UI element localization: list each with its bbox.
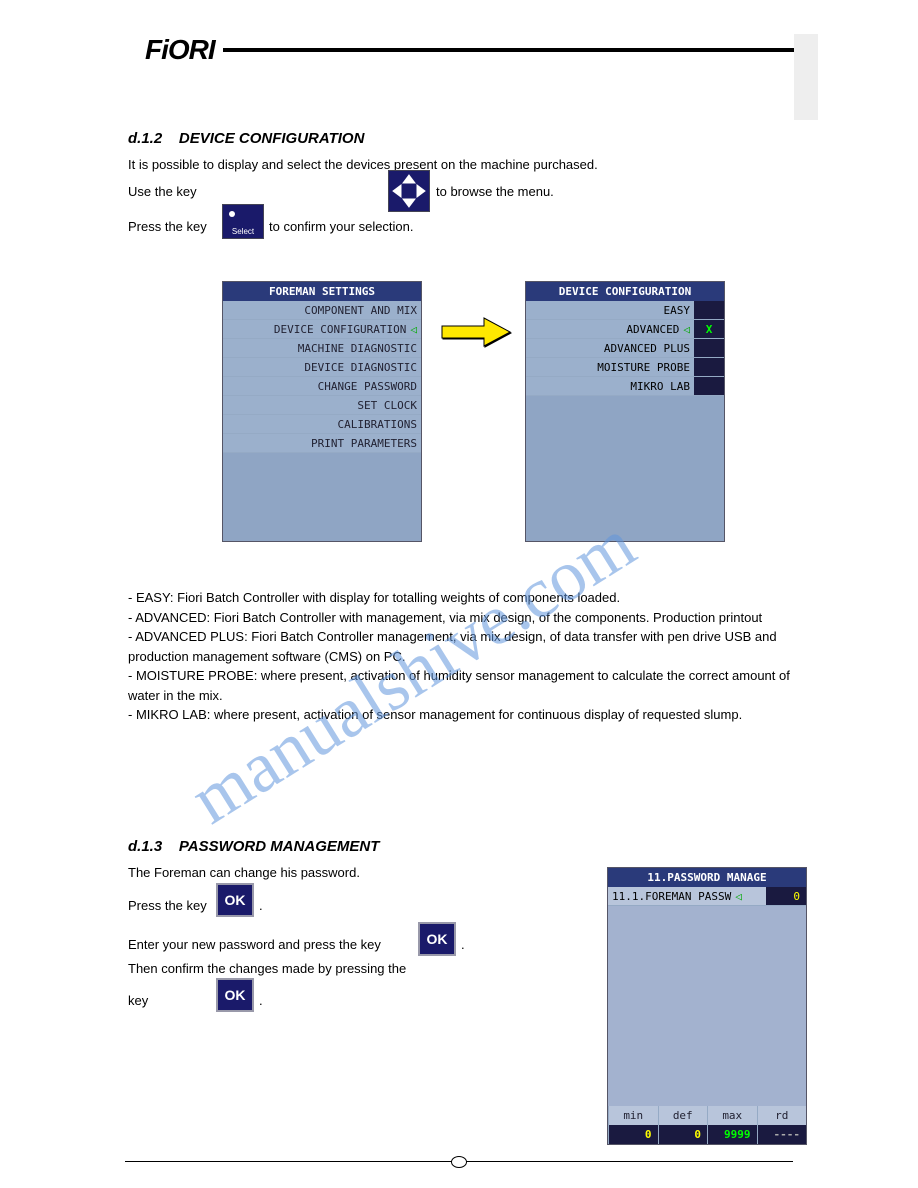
intro-line3a: Press the key xyxy=(128,218,207,236)
list-item: ADVANCED: Fiori Batch Controller with ma… xyxy=(128,608,798,628)
section-heading: PASSWORD MANAGEMENT xyxy=(179,838,380,855)
menu-item[interactable]: DEVICE CONFIGURATION◁ xyxy=(223,320,421,339)
menu-item[interactable]: CALIBRATIONS xyxy=(223,415,421,434)
header-rule xyxy=(223,48,808,52)
transition-arrow-icon xyxy=(440,316,512,351)
pm-body xyxy=(608,906,806,1106)
footer-ellipse xyxy=(451,1156,467,1168)
header: FiORI xyxy=(145,38,808,62)
pm-footer-header: min def max rd xyxy=(608,1106,806,1125)
list-item: MIKRO LAB: where present, activation of … xyxy=(128,705,798,725)
intro-line2a: Use the key xyxy=(128,183,197,201)
menu-item[interactable]: MACHINE DIAGNOSTIC xyxy=(223,339,421,358)
device-screen-title: DEVICE CONFIGURATION xyxy=(526,282,724,301)
section-title-password: d.1.3 PASSWORD MANAGEMENT xyxy=(128,838,379,855)
password-manage-screen: 11.PASSWORD MANAGE 11.1.FOREMAN PASSW◁ 0… xyxy=(607,867,807,1145)
page-margin-box xyxy=(794,34,818,120)
foreman-settings-screen: FOREMAN SETTINGS COMPONENT AND MIX DEVIC… xyxy=(222,281,422,542)
section-heading: DEVICE CONFIGURATION xyxy=(179,130,365,147)
device-row[interactable]: MIKRO LAB xyxy=(526,377,724,396)
menu-item[interactable]: SET CLOCK xyxy=(223,396,421,415)
dpad-icon[interactable] xyxy=(388,170,430,212)
pm-row[interactable]: 11.1.FOREMAN PASSW◁ 0 xyxy=(608,887,806,906)
cursor-arrow-icon: ◁ xyxy=(683,323,690,336)
intro-line3b: to confirm your selection. xyxy=(269,218,414,236)
device-row[interactable]: ADVANCED◁X xyxy=(526,320,724,339)
list-item: MOISTURE PROBE: where present, activatio… xyxy=(128,666,798,705)
list-item: EASY: Fiori Batch Controller with displa… xyxy=(128,588,798,608)
device-row[interactable]: MOISTURE PROBE xyxy=(526,358,724,377)
pm-footer-values: 0 0 9999 ---- xyxy=(608,1125,806,1144)
device-row[interactable]: ADVANCED PLUS xyxy=(526,339,724,358)
foreman-screen-title: FOREMAN SETTINGS xyxy=(223,282,421,301)
device-config-screen: DEVICE CONFIGURATION EASY ADVANCED◁X ADV… xyxy=(525,281,725,542)
menu-item[interactable]: COMPONENT AND MIX xyxy=(223,301,421,320)
pw-line5a: key xyxy=(128,992,148,1010)
intro-line2b: to browse the menu. xyxy=(436,183,554,201)
select-dot xyxy=(229,211,235,217)
menu-item[interactable]: DEVICE DIAGNOSTIC xyxy=(223,358,421,377)
ok-button-icon[interactable]: OK xyxy=(418,922,456,956)
menu-item[interactable]: PRINT PARAMETERS xyxy=(223,434,421,453)
section-num: d.1.3 xyxy=(128,838,162,855)
pw-line2b: . xyxy=(259,897,263,915)
device-descriptions: EASY: Fiori Batch Controller with displa… xyxy=(128,588,798,725)
device-row[interactable]: EASY xyxy=(526,301,724,320)
pw-line5b: . xyxy=(259,992,263,1010)
pm-title: 11.PASSWORD MANAGE xyxy=(608,868,806,887)
list-item: ADVANCED PLUS: Fiori Batch Controller ma… xyxy=(128,627,798,666)
pw-line3b: . xyxy=(461,936,465,954)
menu-item[interactable]: CHANGE PASSWORD xyxy=(223,377,421,396)
pw-line3a: Enter your new password and press the ke… xyxy=(128,936,381,954)
logo: FiORI xyxy=(145,34,215,66)
cursor-arrow-icon: ◁ xyxy=(410,323,417,336)
pw-line4: Then confirm the changes made by pressin… xyxy=(128,960,406,978)
pw-line1: The Foreman can change his password. xyxy=(128,864,360,882)
ok-button-icon[interactable]: OK xyxy=(216,883,254,917)
pw-line2a: Press the key xyxy=(128,897,207,915)
cursor-arrow-icon: ◁ xyxy=(735,890,742,903)
ok-button-icon[interactable]: OK xyxy=(216,978,254,1012)
select-button-icon[interactable]: Select xyxy=(222,204,264,239)
section-title-device-config: d.1.2 DEVICE CONFIGURATION xyxy=(128,130,364,147)
intro-line1: It is possible to display and select the… xyxy=(128,156,798,174)
select-label: Select xyxy=(223,227,263,236)
section-num: d.1.2 xyxy=(128,130,162,147)
